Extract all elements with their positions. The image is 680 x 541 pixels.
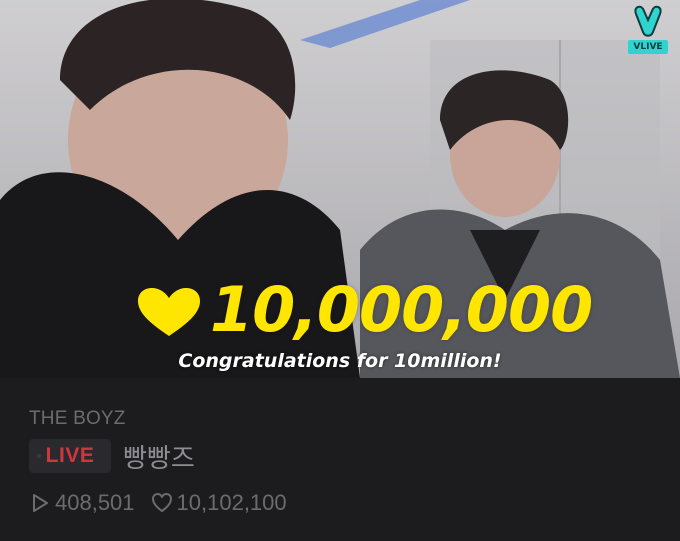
video-player[interactable]: VLIVE 10,000,000 Congratulations for 10m…: [0, 0, 680, 378]
heart-icon: [138, 288, 200, 336]
live-dot-icon: [37, 454, 41, 458]
play-count: 408,501: [55, 490, 135, 515]
milestone-count: 10,000,000: [210, 273, 593, 346]
v-hand-icon: [634, 5, 662, 37]
title-row: LIVE 빵빵즈: [29, 438, 195, 474]
play-count-stat: 408,501: [29, 490, 135, 516]
channel-name[interactable]: THE BOYZ: [29, 408, 126, 430]
live-label: LIVE: [45, 444, 95, 467]
like-count-stat: 10,102,100: [151, 490, 287, 516]
milestone-banner: 10,000,000: [0, 272, 680, 348]
vlive-logo-text: VLIVE: [628, 40, 668, 54]
broadcast-info: THE BOYZ LIVE 빵빵즈 408,501 10,102,100: [0, 378, 680, 541]
play-icon: [33, 494, 48, 512]
like-count: 10,102,100: [176, 490, 287, 515]
stats-row: 408,501 10,102,100: [29, 488, 287, 518]
heart-outline-icon: [151, 493, 172, 512]
broadcast-title[interactable]: 빵빵즈: [123, 438, 195, 475]
live-badge: LIVE: [29, 439, 111, 473]
vlive-logo[interactable]: VLIVE: [628, 4, 668, 56]
congrats-message: Congratulations for 10million!: [178, 350, 502, 372]
